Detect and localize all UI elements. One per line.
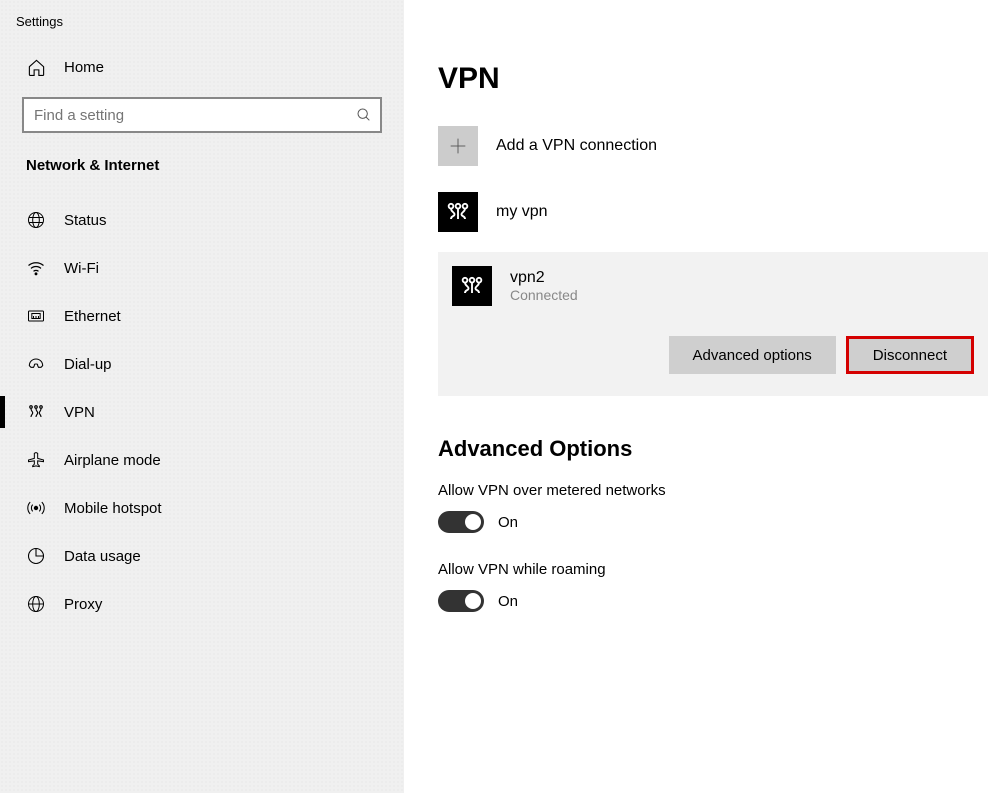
sidebar-item-label: Wi-Fi bbox=[64, 260, 99, 277]
vpn-connection-icon bbox=[438, 192, 478, 232]
add-vpn-button[interactable]: Add a VPN connection bbox=[438, 126, 988, 166]
vpn-selected-text: vpn2 Connected bbox=[510, 269, 578, 303]
proxy-icon bbox=[26, 594, 46, 614]
metered-toggle[interactable] bbox=[438, 511, 484, 533]
airplane-icon bbox=[26, 450, 46, 470]
roaming-toggle-row: On bbox=[438, 590, 988, 612]
home-icon bbox=[26, 57, 46, 77]
main-content: VPN Add a VPN connection my vpn vpn2 Con… bbox=[404, 0, 1004, 793]
home-button[interactable]: Home bbox=[0, 47, 404, 87]
search-input[interactable] bbox=[22, 97, 382, 133]
vpn-selected-item[interactable]: vpn2 Connected bbox=[452, 266, 974, 306]
vpn-selected-block: vpn2 Connected Advanced options Disconne… bbox=[438, 252, 988, 396]
wifi-icon bbox=[26, 258, 46, 278]
vpn-buttons: Advanced options Disconnect bbox=[452, 336, 974, 374]
sidebar-item-datausage[interactable]: Data usage bbox=[0, 532, 404, 580]
app-title: Settings bbox=[0, 10, 404, 47]
sidebar-item-dialup[interactable]: Dial-up bbox=[0, 340, 404, 388]
vpn-icon bbox=[26, 402, 46, 422]
sidebar-item-label: Mobile hotspot bbox=[64, 500, 162, 517]
data-usage-icon bbox=[26, 546, 46, 566]
dialup-icon bbox=[26, 354, 46, 374]
advanced-options-button[interactable]: Advanced options bbox=[669, 336, 836, 374]
home-label: Home bbox=[64, 59, 104, 76]
sidebar-item-proxy[interactable]: Proxy bbox=[0, 580, 404, 628]
sidebar-item-label: Airplane mode bbox=[64, 452, 161, 469]
vpn-connection-icon bbox=[452, 266, 492, 306]
metered-label: Allow VPN over metered networks bbox=[438, 482, 988, 499]
roaming-label: Allow VPN while roaming bbox=[438, 561, 988, 578]
sidebar-item-status[interactable]: Status bbox=[0, 196, 404, 244]
sidebar-item-label: Status bbox=[64, 212, 107, 229]
add-vpn-label: Add a VPN connection bbox=[496, 137, 657, 155]
page-title: VPN bbox=[438, 62, 988, 96]
sidebar-item-hotspot[interactable]: Mobile hotspot bbox=[0, 484, 404, 532]
sidebar-item-label: Data usage bbox=[64, 548, 141, 565]
vpn-selected-name: vpn2 bbox=[510, 269, 578, 287]
plus-icon bbox=[438, 126, 478, 166]
vpn-connection-name: my vpn bbox=[496, 203, 548, 221]
advanced-options-title: Advanced Options bbox=[438, 436, 988, 462]
vpn-selected-status: Connected bbox=[510, 287, 578, 303]
ethernet-icon bbox=[26, 306, 46, 326]
metered-toggle-row: On bbox=[438, 511, 988, 533]
sidebar-item-label: Ethernet bbox=[64, 308, 121, 325]
sidebar-item-label: VPN bbox=[64, 404, 95, 421]
hotspot-icon bbox=[26, 498, 46, 518]
search-wrap bbox=[22, 97, 382, 133]
disconnect-button[interactable]: Disconnect bbox=[846, 336, 974, 374]
sidebar-item-wifi[interactable]: Wi-Fi bbox=[0, 244, 404, 292]
sidebar-item-airplane[interactable]: Airplane mode bbox=[0, 436, 404, 484]
section-header: Network & Internet bbox=[0, 157, 404, 196]
globe-icon bbox=[26, 210, 46, 230]
metered-toggle-state: On bbox=[498, 514, 518, 531]
search-icon bbox=[356, 107, 372, 123]
vpn-connection-item[interactable]: my vpn bbox=[438, 186, 988, 238]
roaming-toggle[interactable] bbox=[438, 590, 484, 612]
sidebar: Settings Home Network & Internet Status … bbox=[0, 0, 404, 793]
sidebar-item-label: Proxy bbox=[64, 596, 102, 613]
sidebar-item-ethernet[interactable]: Ethernet bbox=[0, 292, 404, 340]
sidebar-item-label: Dial-up bbox=[64, 356, 112, 373]
roaming-toggle-state: On bbox=[498, 593, 518, 610]
sidebar-item-vpn[interactable]: VPN bbox=[0, 388, 404, 436]
